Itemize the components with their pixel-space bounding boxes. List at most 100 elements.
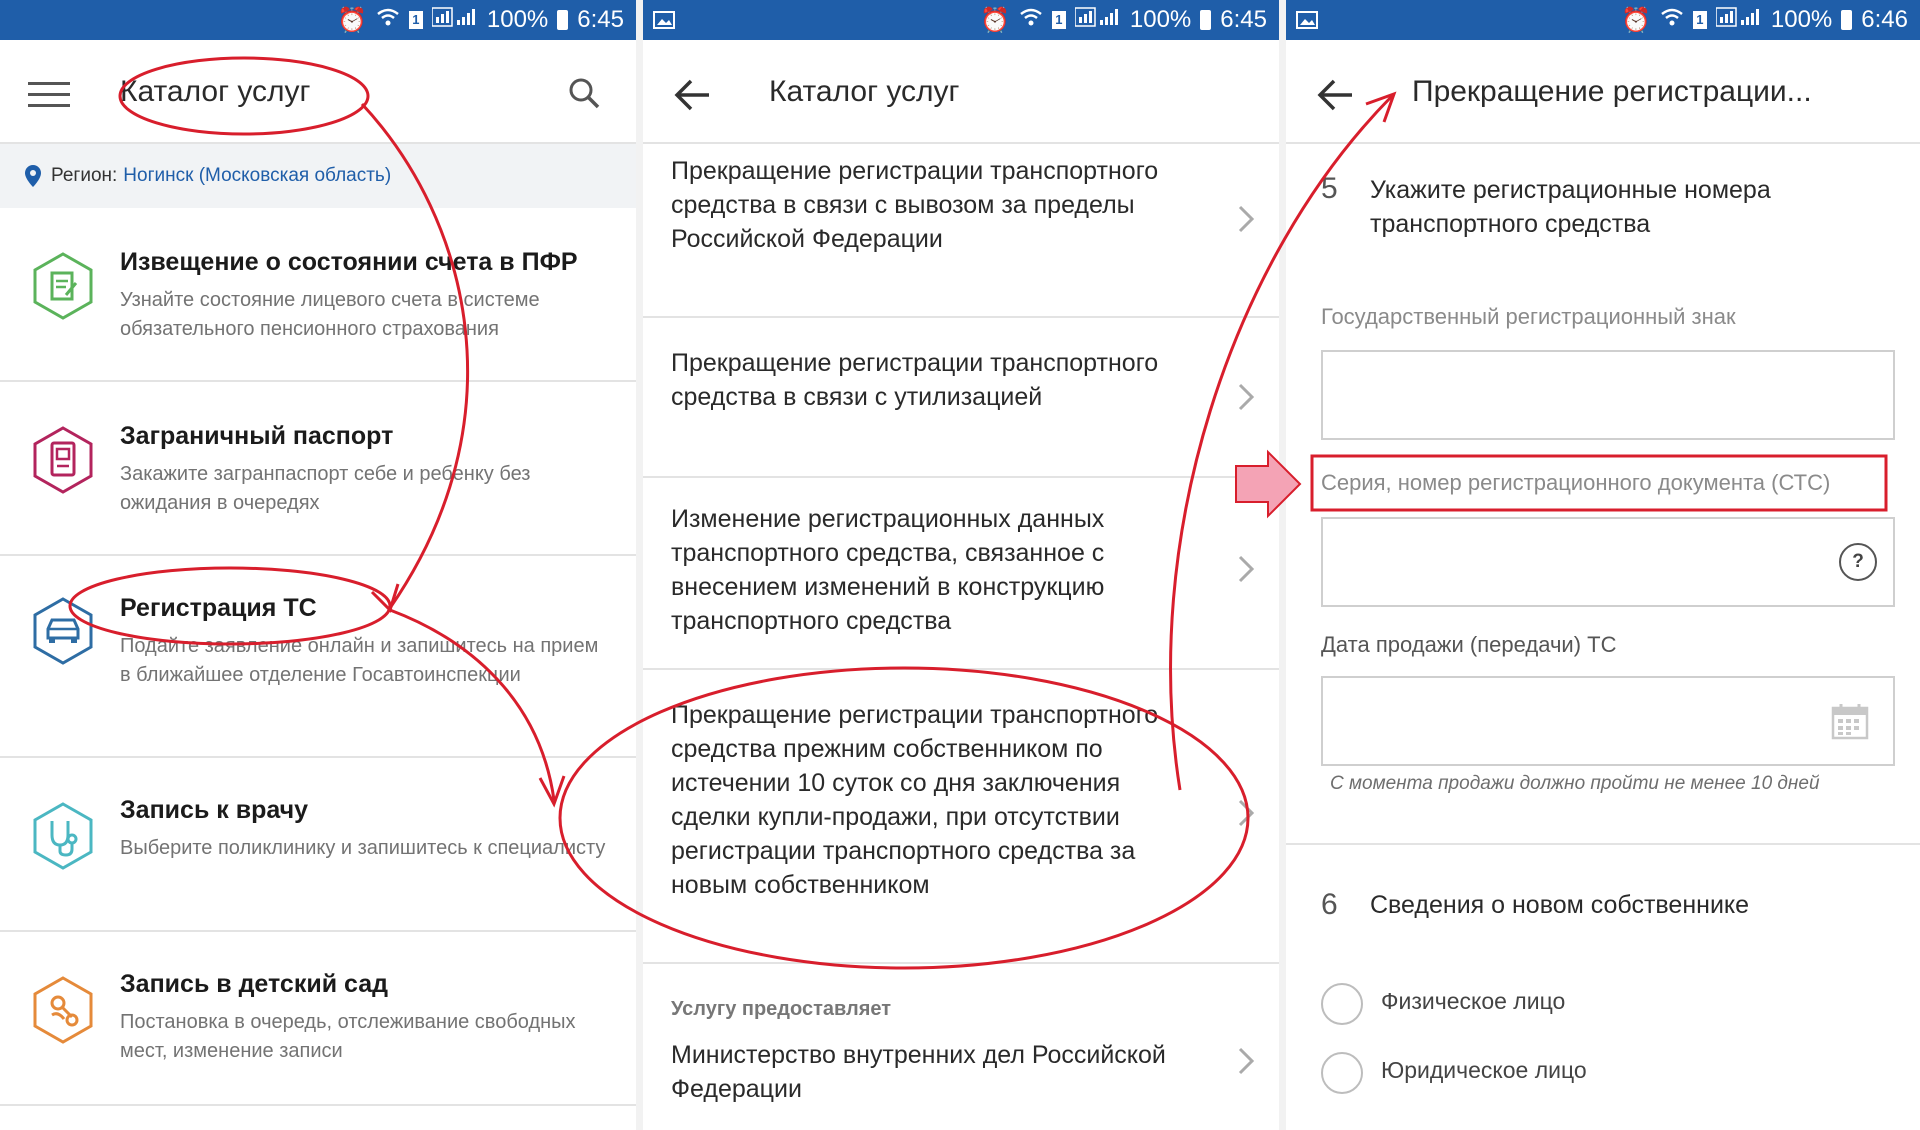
step-number: 6 <box>1321 888 1338 921</box>
service-desc: Закажите загранпаспорт себе и ребенку бе… <box>120 463 531 514</box>
app-bar: Каталог услуг <box>643 40 1279 144</box>
signal-icon <box>431 6 478 34</box>
service-item-doctor[interactable]: Запись к врачу Выберите поликлинику и за… <box>0 758 636 932</box>
wifi-icon <box>1660 6 1684 34</box>
sim-icon: 1 <box>408 11 423 29</box>
provider-section[interactable]: Услугу предоставляет Министерство внутре… <box>643 964 1279 1130</box>
car-icon <box>33 597 93 665</box>
service-row-text: Прекращение регистрации транспортного ср… <box>671 157 1159 253</box>
sale-date-label: Дата продажи (передачи) ТС <box>1321 632 1617 657</box>
step-title: Сведения о новом собственнике <box>1370 891 1750 919</box>
service-title: Регистрация ТС <box>120 594 317 622</box>
status-left-icons <box>1296 0 1318 40</box>
service-desc: Постановка в очередь, отслеживание свобо… <box>120 1011 576 1062</box>
service-desc: Узнайте состояние лицевого счета в систе… <box>120 289 540 340</box>
status-left-icons <box>653 0 675 40</box>
page-title: Каталог услуг <box>120 75 311 108</box>
radio-individual[interactable] <box>1321 983 1363 1025</box>
service-item-pfr[interactable]: Извещение о состоянии счета в ПФР Узнайт… <box>0 208 636 382</box>
status-icons: ⏰ 1 100% 6:46 <box>1621 0 1908 40</box>
screen-separator <box>1279 0 1286 1130</box>
service-item-passport[interactable]: Заграничный паспорт Закажите загранпаспо… <box>0 382 636 556</box>
chevron-right-icon <box>1238 799 1255 827</box>
menu-icon[interactable] <box>28 82 70 107</box>
gallery-icon <box>653 11 675 29</box>
registration-doc-label: Серия, номер регистрационного документа … <box>1321 470 1831 495</box>
signal-icon <box>1074 6 1121 34</box>
clock: 6:45 <box>1220 6 1267 33</box>
chevron-right-icon <box>1238 1047 1255 1075</box>
back-arrow-icon[interactable] <box>1316 78 1356 112</box>
status-bar: ⏰ 1 100% 6:45 <box>643 0 1279 40</box>
screen-separator <box>636 0 643 1130</box>
signal-icon <box>1715 6 1762 34</box>
status-icons: ⏰ 1 100% 6:45 <box>980 0 1267 40</box>
status-bar: ⏰ 1 100% 6:46 <box>1286 0 1920 40</box>
status-icons: ⏰ 1 100% 6:45 <box>337 0 624 40</box>
provider-name: Министерство внутренних дел Российской Ф… <box>671 1041 1166 1103</box>
app-bar: Каталог услуг <box>0 40 636 144</box>
battery-icon <box>1841 10 1853 30</box>
app-bar: Прекращение регистрации... <box>1286 40 1920 144</box>
service-title: Заграничный паспорт <box>120 422 394 450</box>
battery-percent: 100% <box>1770 6 1833 33</box>
radio-legal-entity[interactable] <box>1321 1052 1363 1094</box>
step-number: 5 <box>1321 172 1338 205</box>
section-divider <box>1286 843 1920 845</box>
service-desc: Подайте заявление онлайн и запишитесь на… <box>120 635 599 686</box>
service-row-text: Прекращение регистрации транспортного ср… <box>671 349 1159 411</box>
plate-number-label: Государственный регистрационный знак <box>1321 304 1736 329</box>
service-title: Запись в детский сад <box>120 970 389 998</box>
sim-icon: 1 <box>1051 11 1066 29</box>
clock: 6:45 <box>577 6 624 33</box>
search-icon[interactable] <box>567 76 601 110</box>
calendar-icon[interactable] <box>1831 702 1869 740</box>
location-pin-icon <box>25 165 41 187</box>
sale-date-input[interactable] <box>1321 676 1895 766</box>
plate-number-input[interactable] <box>1321 350 1895 440</box>
pacifier-icon <box>33 976 93 1044</box>
chevron-right-icon <box>1238 555 1255 583</box>
battery-icon <box>557 10 569 30</box>
step-title: Укажите регистрационные номера транспорт… <box>1370 176 1771 238</box>
service-row-text: Прекращение регистрации транспортного ср… <box>671 701 1159 899</box>
back-arrow-icon[interactable] <box>673 78 713 112</box>
region-label: Регион: <box>51 165 118 186</box>
screen-catalog: ⏰ 1 100% 6:45 Каталог услуг Регион: Ноги… <box>0 0 636 1130</box>
battery-percent: 100% <box>486 6 549 33</box>
region-bar[interactable]: Регион: Ногинск (Московская область) <box>0 144 636 208</box>
service-item-kindergarten[interactable]: Запись в детский сад Постановка в очеред… <box>0 932 636 1106</box>
service-row-modification[interactable]: Изменение регистрационных данных транспо… <box>643 478 1279 670</box>
registration-doc-input[interactable]: ? <box>1321 517 1895 607</box>
battery-percent: 100% <box>1129 6 1192 33</box>
service-item-vehicle-registration[interactable]: Регистрация ТС Подайте заявление онлайн … <box>0 556 636 758</box>
gallery-icon <box>1296 11 1318 29</box>
status-bar: ⏰ 1 100% 6:45 <box>0 0 636 40</box>
service-row-deregistration-by-owner[interactable]: Прекращение регистрации транспортного ср… <box>643 670 1279 964</box>
radio-legal-entity-label[interactable]: Юридическое лицо <box>1381 1057 1587 1084</box>
screen-deregistration-form: ⏰ 1 100% 6:46 Прекращение регистрации...… <box>1286 0 1920 1130</box>
service-row-export[interactable]: Прекращение регистрации транспортного ср… <box>643 144 1279 318</box>
clock: 6:46 <box>1861 6 1908 33</box>
screen-vehicle-services: ⏰ 1 100% 6:45 Каталог услуг Прекращение … <box>643 0 1279 1130</box>
chevron-right-icon <box>1238 383 1255 411</box>
service-row-text: Изменение регистрационных данных транспо… <box>671 505 1105 635</box>
provider-label: Услугу предоставляет <box>671 998 892 1020</box>
service-row-utilization[interactable]: Прекращение регистрации транспортного ср… <box>643 318 1279 478</box>
document-icon <box>33 252 93 320</box>
help-icon[interactable]: ? <box>1839 543 1877 581</box>
service-desc: Выберите поликлинику и запишитесь к спец… <box>120 837 606 859</box>
alarm-icon: ⏰ <box>337 6 367 34</box>
wifi-icon <box>376 6 400 34</box>
passport-icon <box>33 426 93 494</box>
chevron-right-icon <box>1238 205 1255 233</box>
page-title: Прекращение регистрации... <box>1412 75 1812 108</box>
radio-individual-label[interactable]: Физическое лицо <box>1381 988 1565 1015</box>
alarm-icon: ⏰ <box>1621 6 1651 34</box>
service-title: Извещение о состоянии счета в ПФР <box>120 248 578 276</box>
sim-icon: 1 <box>1692 11 1707 29</box>
sale-date-hint: С момента продажи должно пройти не менее… <box>1330 773 1820 794</box>
page-title: Каталог услуг <box>769 75 960 108</box>
wifi-icon <box>1019 6 1043 34</box>
region-value[interactable]: Ногинск (Московская область) <box>123 165 391 187</box>
